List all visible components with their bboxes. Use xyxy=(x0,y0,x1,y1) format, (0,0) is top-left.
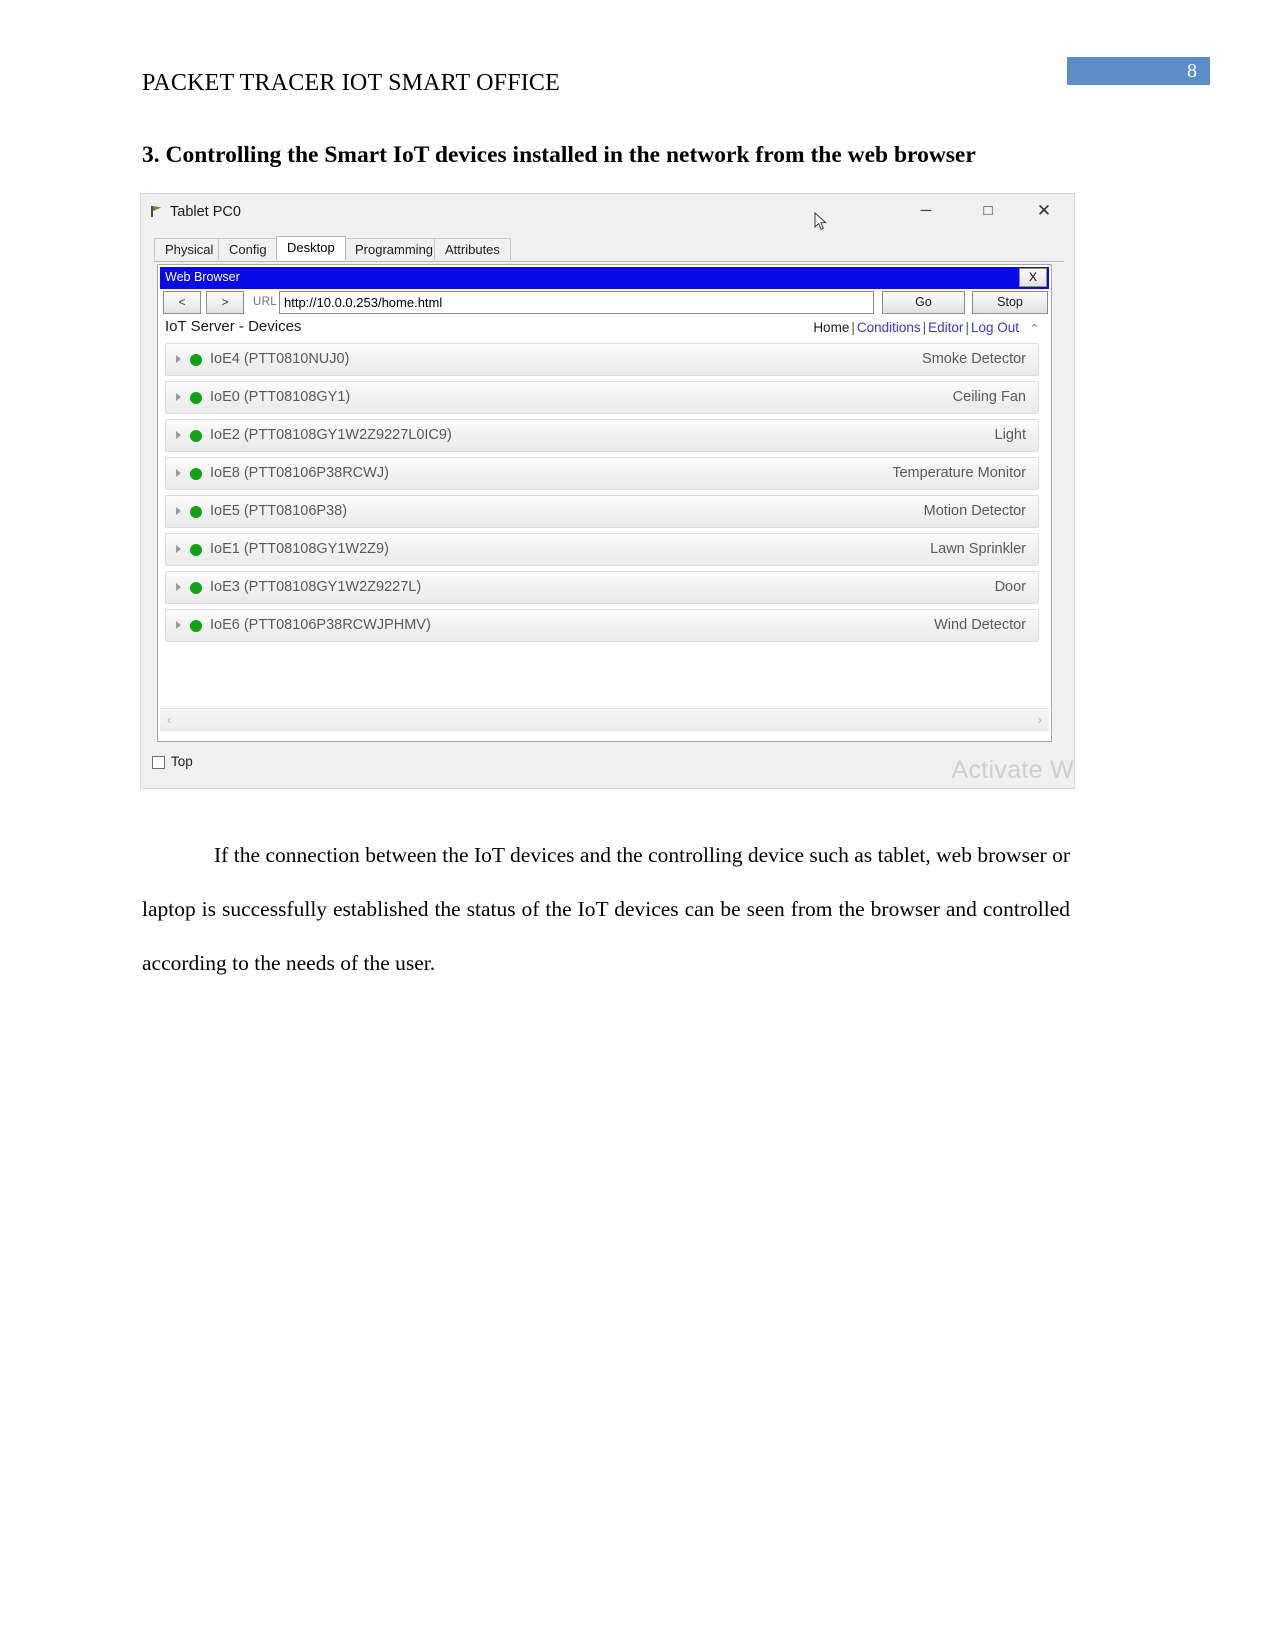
device-name: IoE2 (PTT08108GY1W2Z9227L0IC9) xyxy=(210,427,452,443)
browser-toolbar: < > URL http://10.0.0.253/home.html Go S… xyxy=(160,291,1049,316)
nav-link-home[interactable]: Home xyxy=(813,320,849,335)
forward-button[interactable]: > xyxy=(206,291,244,314)
expand-caret-icon[interactable] xyxy=(176,393,181,401)
iot-page-header: IoT Server - Devices Home | Conditions | Edi… xyxy=(160,317,1049,339)
device-type: Smoke Detector xyxy=(922,351,1026,367)
expand-caret-icon[interactable] xyxy=(176,355,181,363)
tablet-device-window: Tablet PC0 ─ □ ✕ Physical Config Desktop… xyxy=(141,194,1074,788)
device-list: IoE4 (PTT0810NUJ0) Smoke Detector IoE0 (… xyxy=(165,343,1039,647)
web-browser-close-button[interactable]: X xyxy=(1019,268,1047,287)
horizontal-scrollbar[interactable]: ‹ › xyxy=(160,708,1049,731)
device-name: IoE3 (PTT08108GY1W2Z9227L) xyxy=(210,579,422,595)
screenshot-figure: Tablet PC0 ─ □ ✕ Physical Config Desktop… xyxy=(141,194,1074,788)
device-type: Light xyxy=(994,427,1026,443)
device-tabs: Physical Config Desktop Programming Attr… xyxy=(154,236,1064,262)
iot-server-brand: IoT Server - Devices xyxy=(165,318,302,335)
expand-caret-icon[interactable] xyxy=(176,621,181,629)
minimize-button[interactable]: ─ xyxy=(902,194,950,228)
web-browser-title: Web Browser xyxy=(165,270,240,284)
page-number-badge: 8 xyxy=(1067,57,1210,85)
device-name: IoE1 (PTT08108GY1W2Z9) xyxy=(210,541,389,557)
status-indicator-icon xyxy=(190,506,202,518)
running-head: PACKET TRACER IOT SMART OFFICE xyxy=(142,70,560,96)
device-type: Temperature Monitor xyxy=(892,465,1026,481)
table-row[interactable]: IoE1 (PTT08108GY1W2Z9) Lawn Sprinkler xyxy=(165,533,1039,566)
status-indicator-icon xyxy=(190,468,202,480)
table-row[interactable]: IoE3 (PTT08108GY1W2Z9227L) Door xyxy=(165,571,1039,604)
iot-server-page: IoT Server - Devices Home | Conditions | Edi… xyxy=(160,317,1049,740)
status-indicator-icon xyxy=(190,620,202,632)
mouse-cursor-icon xyxy=(814,211,828,232)
nav-link-logout[interactable]: Log Out xyxy=(971,320,1019,335)
activate-windows-watermark: Activate W xyxy=(951,756,1074,784)
top-checkbox[interactable] xyxy=(152,756,165,769)
go-button[interactable]: Go xyxy=(882,291,965,314)
device-name: IoE8 (PTT08106P38RCWJ) xyxy=(210,465,389,481)
status-indicator-icon xyxy=(190,430,202,442)
nav-separator-3: | xyxy=(965,320,969,335)
expand-caret-icon[interactable] xyxy=(176,583,181,591)
device-type: Motion Detector xyxy=(923,503,1026,519)
device-type: Wind Detector xyxy=(934,617,1026,633)
table-row[interactable]: IoE0 (PTT08108GY1) Ceiling Fan xyxy=(165,381,1039,414)
body-paragraph: If the connection between the IoT device… xyxy=(142,843,1070,975)
expand-caret-icon[interactable] xyxy=(176,431,181,439)
document-header: PACKET TRACER IOT SMART OFFICE 8 xyxy=(0,0,1275,120)
table-row[interactable]: IoE2 (PTT08108GY1W2Z9227L0IC9) Light xyxy=(165,419,1039,452)
maximize-button[interactable]: □ xyxy=(964,194,1012,228)
nav-link-editor[interactable]: Editor xyxy=(928,320,963,335)
tab-attributes[interactable]: Attributes xyxy=(434,238,511,260)
device-name: IoE5 (PTT08106P38) xyxy=(210,503,348,519)
table-row[interactable]: IoE8 (PTT08106P38RCWJ) Temperature Monit… xyxy=(165,457,1039,490)
scroll-right-icon[interactable]: › xyxy=(1038,712,1042,727)
url-input[interactable]: http://10.0.0.253/home.html xyxy=(279,291,874,314)
tab-desktop[interactable]: Desktop xyxy=(276,236,346,260)
tab-config[interactable]: Config xyxy=(218,238,278,260)
close-button[interactable]: ✕ xyxy=(1020,194,1068,228)
device-name: IoE6 (PTT08106P38RCWJPHMV) xyxy=(210,617,431,633)
window-titlebar: Tablet PC0 ─ □ ✕ xyxy=(141,194,1074,232)
status-indicator-icon xyxy=(190,354,202,366)
table-row[interactable]: IoE5 (PTT08106P38) Motion Detector xyxy=(165,495,1039,528)
nav-separator-1: | xyxy=(851,320,855,335)
device-name: IoE4 (PTT0810NUJ0) xyxy=(210,351,350,367)
iot-nav: Home | Conditions | Editor | Log Out xyxy=(813,320,1019,335)
expand-caret-icon[interactable] xyxy=(176,545,181,553)
status-indicator-icon xyxy=(190,544,202,556)
device-type: Ceiling Fan xyxy=(952,389,1026,405)
web-browser-app: Web Browser X < > URL http://10.0.0.253/… xyxy=(157,264,1052,742)
page-number: 8 xyxy=(1187,60,1197,82)
top-checkbox-label: Top xyxy=(171,754,193,769)
tab-physical[interactable]: Physical xyxy=(154,238,225,260)
web-browser-titlebar: Web Browser X xyxy=(160,267,1049,289)
device-type: Door xyxy=(994,579,1026,595)
expand-caret-icon[interactable] xyxy=(176,469,181,477)
device-type: Lawn Sprinkler xyxy=(930,541,1026,557)
table-row[interactable]: IoE4 (PTT0810NUJ0) Smoke Detector xyxy=(165,343,1039,376)
status-indicator-icon xyxy=(190,582,202,594)
url-label: URL xyxy=(253,296,277,308)
tab-programming[interactable]: Programming xyxy=(344,238,445,260)
table-row[interactable]: IoE6 (PTT08106P38RCWJPHMV) Wind Detector xyxy=(165,609,1039,642)
nav-link-conditions[interactable]: Conditions xyxy=(857,320,921,335)
page-title: 3. Controlling the Smart IoT devices ins… xyxy=(142,142,976,168)
scroll-left-icon[interactable]: ‹ xyxy=(167,712,171,727)
scroll-up-icon[interactable]: ⌃ xyxy=(1030,322,1039,335)
status-indicator-icon xyxy=(190,392,202,404)
back-button[interactable]: < xyxy=(163,291,201,314)
tablet-icon xyxy=(148,204,164,220)
window-bottom-bar: Top Activate W xyxy=(141,744,1074,788)
device-name: IoE0 (PTT08108GY1) xyxy=(210,389,351,405)
window-title: Tablet PC0 xyxy=(170,204,241,220)
expand-caret-icon[interactable] xyxy=(176,507,181,515)
stop-button[interactable]: Stop xyxy=(972,291,1048,314)
